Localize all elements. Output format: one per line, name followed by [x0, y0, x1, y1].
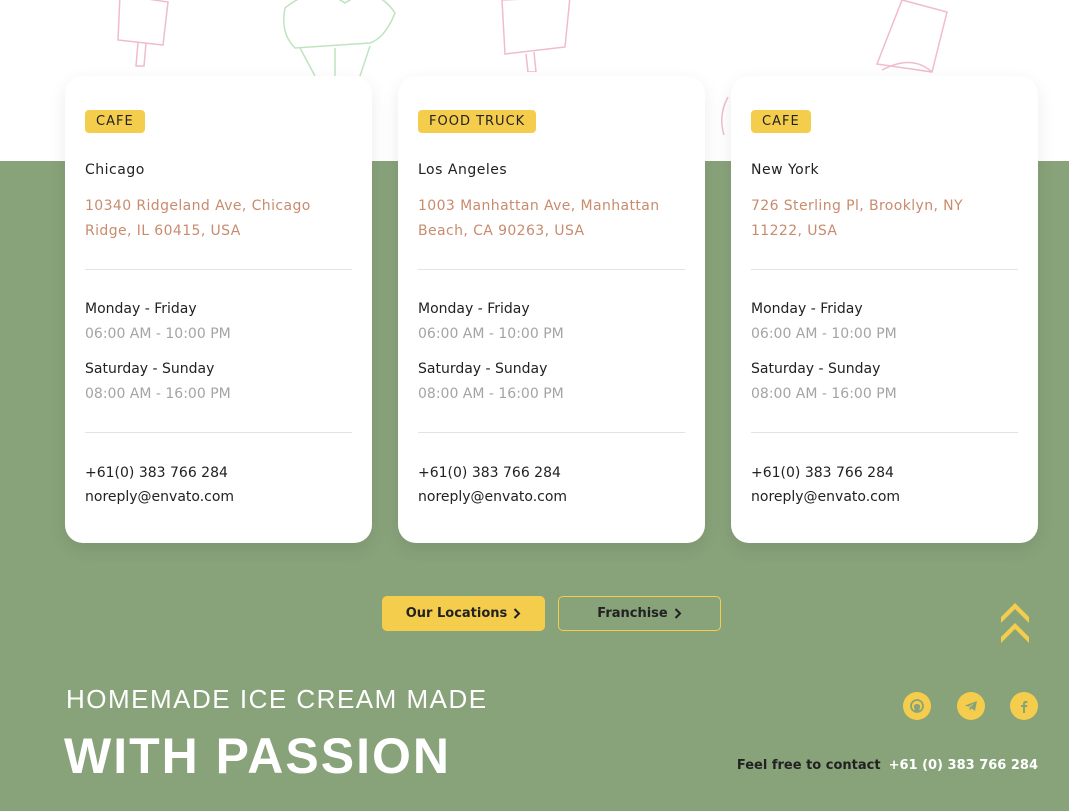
location-type-badge: FOOD TRUCK: [418, 110, 537, 133]
weekend-hours: 08:00 AM - 16:00 PM: [85, 386, 231, 402]
location-address[interactable]: 726 Sterling Pl, Brooklyn, NY 11222, USA: [751, 194, 996, 244]
weekday-hours: 06:00 AM - 10:00 PM: [418, 326, 564, 342]
ice-cream-doodle-green: [283, 0, 396, 77]
contact-label: Feel free to contact: [736, 758, 881, 773]
telegram-button[interactable]: [957, 692, 985, 720]
chevron-right-icon: [514, 608, 521, 619]
weekend-hours: 08:00 AM - 16:00 PM: [751, 386, 897, 402]
double-chevron-up-icon[interactable]: [998, 597, 1032, 645]
location-email[interactable]: noreply@envato.com: [85, 489, 234, 505]
location-address[interactable]: 10340 Ridgeland Ave, Chicago Ridge, IL 6…: [85, 194, 330, 244]
weekday-hours: 06:00 AM - 10:00 PM: [85, 326, 231, 342]
weekend-hours: 08:00 AM - 16:00 PM: [418, 386, 564, 402]
facebook-button[interactable]: [1010, 692, 1038, 720]
divider: [751, 432, 1018, 433]
divider: [85, 269, 352, 270]
facebook-icon: [1021, 701, 1028, 713]
hero-subtitle: HOMEMADE ICE CREAM MADE: [66, 684, 488, 714]
ice-cream-doodle-pink: [721, 96, 729, 136]
github-icon: [910, 699, 924, 713]
weekday-label: Monday - Friday: [85, 301, 197, 317]
weekday-label: Monday - Friday: [751, 301, 863, 317]
ice-cream-doodle-pink: [117, 0, 169, 67]
location-email[interactable]: noreply@envato.com: [751, 489, 900, 505]
location-phone[interactable]: +61(0) 383 766 284: [751, 465, 894, 481]
location-phone[interactable]: +61(0) 383 766 284: [85, 465, 228, 481]
ice-cream-doodle-pink: [501, 0, 571, 72]
franchise-label: Franchise: [597, 606, 668, 621]
chevron-right-icon: [674, 608, 682, 619]
weekend-label: Saturday - Sunday: [85, 361, 215, 377]
our-locations-button[interactable]: Our Locations: [382, 596, 545, 631]
hero-title: WITH PASSION: [64, 728, 451, 784]
weekday-hours: 06:00 AM - 10:00 PM: [751, 326, 897, 342]
location-card: CAFE Chicago 10340 Ridgeland Ave, Chicag…: [65, 76, 372, 543]
weekend-label: Saturday - Sunday: [751, 361, 881, 377]
telegram-icon: [965, 701, 977, 711]
divider: [751, 269, 1018, 270]
location-phone[interactable]: +61(0) 383 766 284: [418, 465, 561, 481]
divider: [418, 269, 685, 270]
location-card: CAFE New York 726 Sterling Pl, Brooklyn,…: [731, 76, 1038, 543]
location-address[interactable]: 1003 Manhattan Ave, Manhattan Beach, CA …: [418, 194, 663, 244]
our-locations-label: Our Locations: [405, 606, 508, 621]
location-type-badge: CAFE: [85, 110, 145, 133]
location-type-badge: CAFE: [751, 110, 811, 133]
ice-cream-doodle-pink: [875, 0, 948, 73]
lemon-doodle: [0, 82, 10, 142]
location-card: FOOD TRUCK Los Angeles 1003 Manhattan Av…: [398, 76, 705, 543]
divider: [418, 432, 685, 433]
contact-line: Feel free to contact +61 (0) 383 766 284: [737, 758, 1038, 773]
location-city: Los Angeles: [418, 162, 508, 178]
franchise-button[interactable]: Franchise: [558, 596, 721, 631]
location-city: Chicago: [85, 162, 145, 178]
location-email[interactable]: noreply@envato.com: [418, 489, 567, 505]
contact-phone[interactable]: +61 (0) 383 766 284: [889, 758, 1038, 773]
github-button[interactable]: [903, 692, 931, 720]
location-city: New York: [751, 162, 820, 178]
divider: [85, 432, 352, 433]
weekday-label: Monday - Friday: [418, 301, 530, 317]
weekend-label: Saturday - Sunday: [418, 361, 548, 377]
